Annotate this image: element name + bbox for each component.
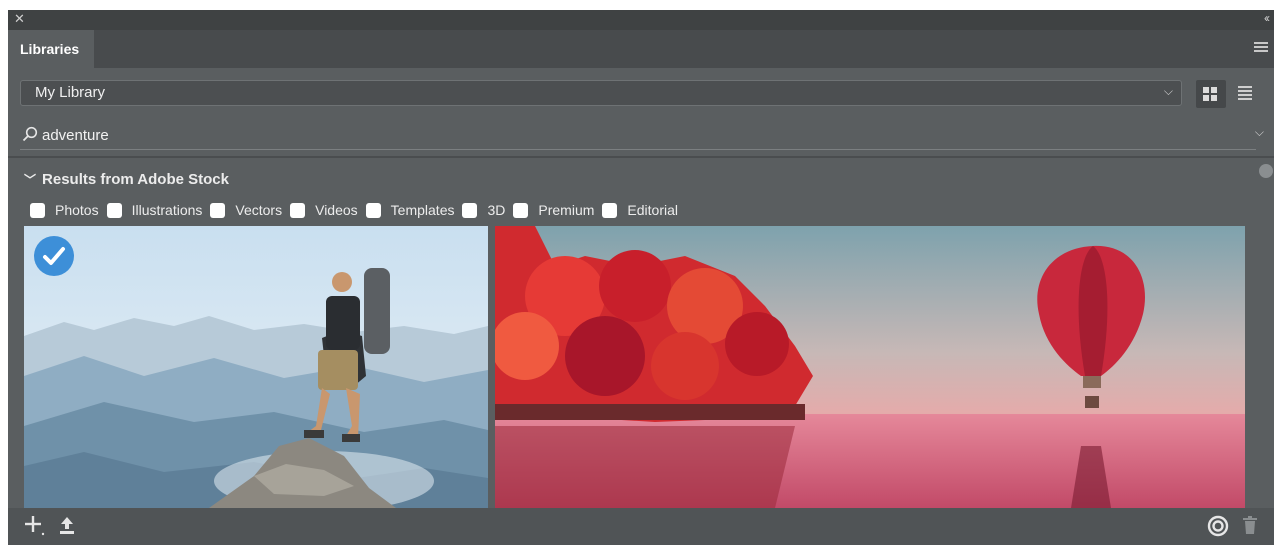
search-options-chevron-icon[interactable]: ⌵ [1255, 125, 1264, 140]
filter-editorial[interactable]: Editorial [602, 202, 678, 218]
search-icon [22, 126, 38, 142]
checkbox[interactable] [462, 202, 478, 218]
scroll-thumb[interactable] [1259, 164, 1273, 178]
filter-label: Editorial [627, 202, 678, 218]
filter-label: Vectors [235, 202, 283, 218]
filter-photos[interactable]: Photos [30, 202, 99, 218]
library-dropdown[interactable]: My Library ⌵ [20, 80, 1182, 106]
search-input[interactable] [40, 123, 1224, 147]
checkbox[interactable] [290, 202, 306, 218]
filter-videos[interactable]: Videos [290, 202, 358, 218]
scrollbar[interactable] [1256, 158, 1274, 506]
chevron-down-icon: ⌵ [1163, 84, 1173, 98]
filter-label: Videos [315, 202, 358, 218]
checkbox[interactable] [602, 202, 618, 218]
filter-premium[interactable]: Premium [513, 202, 594, 218]
filter-label: Photos [55, 202, 99, 218]
stock-result-hiker[interactable] [24, 226, 488, 508]
upload-icon[interactable] [58, 514, 76, 536]
collapse-icon[interactable]: ‹‹ [1264, 11, 1270, 25]
search-underline [20, 149, 1256, 150]
checkbox[interactable] [106, 202, 122, 218]
library-dropdown-value: My Library [35, 84, 106, 101]
results-header-label: Results from Adobe Stock [42, 171, 229, 188]
filter-vectors[interactable]: Vectors [210, 202, 282, 218]
filter-3d[interactable]: 3D [462, 202, 505, 218]
disclosure-arrow-icon: ﹀ [24, 173, 37, 187]
tab-libraries[interactable]: Libraries [8, 30, 94, 68]
bottom-toolbar [8, 508, 1274, 545]
filter-label: Templates [390, 202, 455, 218]
trash-icon[interactable] [1242, 515, 1258, 535]
content-divider [8, 156, 1274, 158]
checkbox[interactable] [30, 202, 45, 218]
balloon-image [495, 226, 1245, 508]
filter-label: Premium [538, 202, 595, 218]
add-icon[interactable] [24, 514, 46, 536]
filter-label: 3D [487, 202, 506, 218]
panel-menu-icon[interactable] [1254, 42, 1268, 54]
tab-strip: Libraries [8, 30, 1274, 68]
filter-templates[interactable]: Templates [365, 202, 455, 218]
checkbox[interactable] [210, 202, 226, 218]
results-section-header[interactable]: ﹀ Results from Adobe Stock [24, 171, 229, 188]
stock-result-balloon[interactable] [495, 226, 1245, 508]
hiker-image [24, 226, 488, 508]
checkbox[interactable] [513, 202, 529, 218]
filter-illustrations[interactable]: Illustrations [106, 202, 203, 218]
panel-title-bar: ✕ ‹‹ [8, 10, 1274, 30]
libraries-panel: ✕ ‹‹ Libraries My Library ⌵ ⌵ ﹀ Results f… [8, 10, 1274, 545]
grid-view-icon[interactable] [1196, 80, 1226, 108]
checkbox[interactable] [365, 202, 381, 218]
filter-label: Illustrations [131, 202, 203, 218]
selected-check-icon[interactable] [34, 236, 74, 276]
close-icon[interactable]: ✕ [14, 11, 25, 27]
stock-filters: Photos Illustrations Vectors Videos Temp… [30, 200, 686, 220]
creative-cloud-icon[interactable] [1206, 515, 1230, 537]
list-view-icon[interactable] [1238, 86, 1252, 102]
search-bar: ⌵ [20, 120, 1264, 150]
